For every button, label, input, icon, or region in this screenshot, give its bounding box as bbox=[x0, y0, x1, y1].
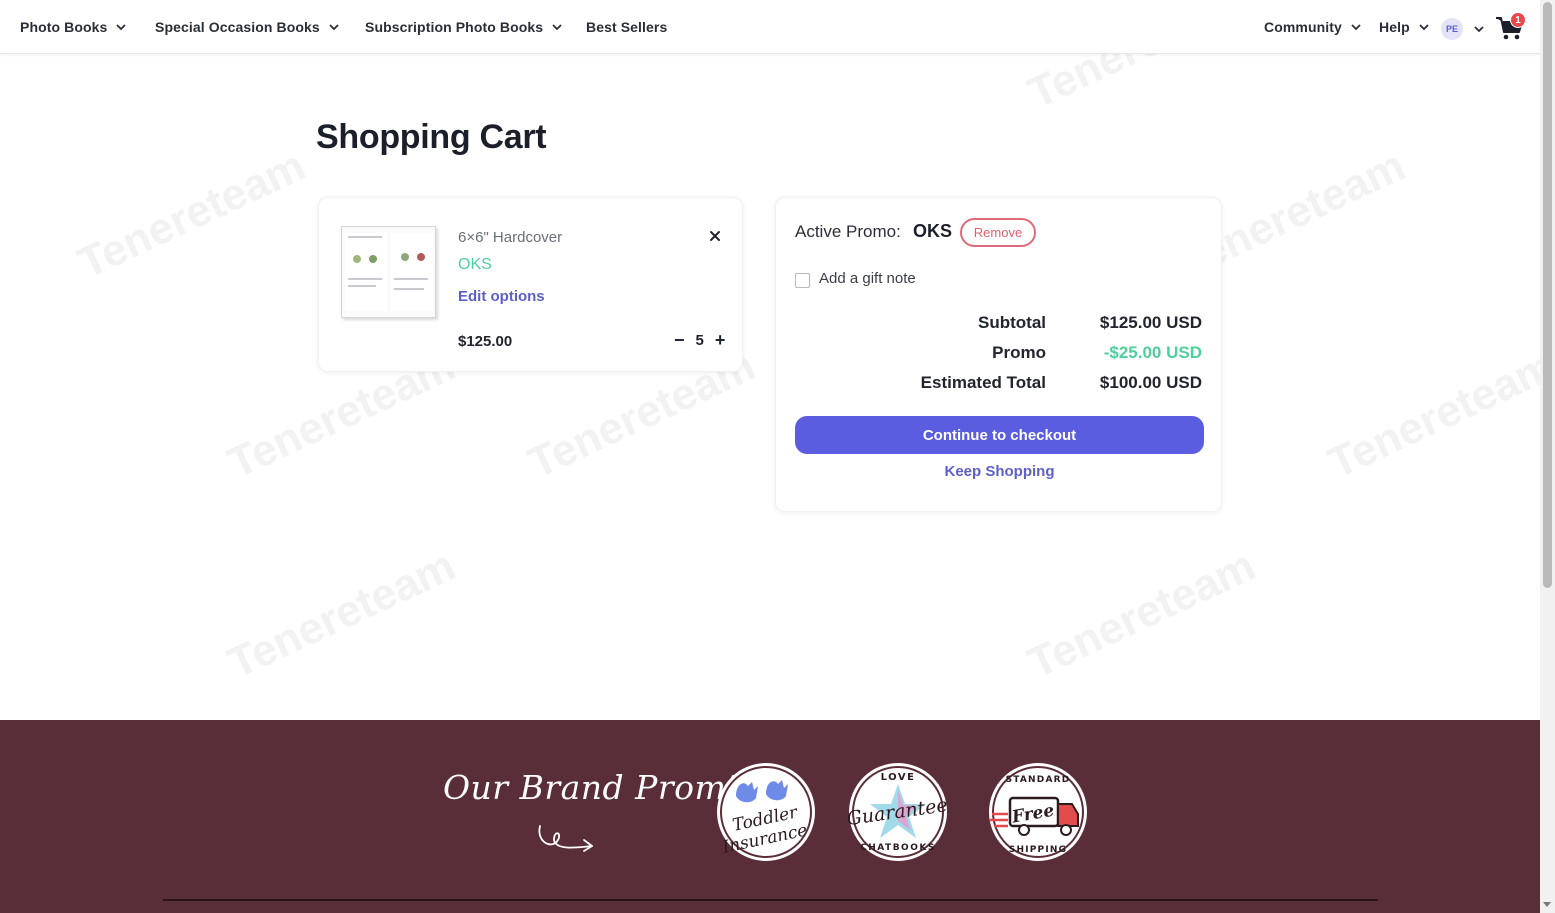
scroll-down-arrow-icon[interactable] bbox=[1543, 902, 1551, 907]
nav-item-label: Subscription Photo Books bbox=[365, 19, 544, 35]
estimated-total-label: Estimated Total bbox=[920, 373, 1046, 392]
love-guarantee-badge-icon: LOVE Guarantee CHATBOOKS bbox=[846, 763, 949, 861]
nav-item-label: Special Occasion Books bbox=[155, 19, 320, 35]
scrollbar-thumb[interactable] bbox=[1543, 2, 1552, 588]
watermark-text: Tenereteam bbox=[70, 140, 313, 289]
nav-subscription-photo-books[interactable]: Subscription Photo Books bbox=[365, 19, 563, 35]
chevron-down-icon bbox=[329, 24, 339, 31]
watermark-text: Tenereteam bbox=[1320, 340, 1555, 489]
footer: Our Brand Promises Toddler Insurance LOV… bbox=[0, 720, 1540, 913]
badge-top-text: LOVE bbox=[881, 772, 916, 783]
decrease-quantity-button[interactable]: − bbox=[674, 331, 685, 349]
watermark-text: Tenereteam bbox=[220, 540, 463, 689]
item-price: $125.00 bbox=[458, 333, 513, 350]
promo-discount-label: Promo bbox=[992, 343, 1046, 362]
product-thumbnail[interactable] bbox=[341, 226, 436, 318]
gift-note-label[interactable]: Add a gift note bbox=[819, 270, 916, 287]
thumbnail-left-page bbox=[345, 233, 387, 311]
continue-to-checkout-button[interactable]: Continue to checkout bbox=[795, 416, 1204, 454]
remove-promo-button[interactable]: Remove bbox=[960, 218, 1036, 247]
toddler-insurance-badge-icon: Toddler Insurance bbox=[717, 763, 815, 861]
chevron-down-icon bbox=[1419, 24, 1429, 31]
edit-options-link[interactable]: Edit options bbox=[458, 288, 545, 305]
badge-bottom-text: SHIPPING bbox=[1009, 845, 1067, 855]
thumbnail-right-page bbox=[391, 233, 433, 311]
watermark-text: Tenereteam bbox=[1020, 540, 1263, 689]
active-promo-code: OKS bbox=[913, 221, 953, 241]
account-chevron-down-icon[interactable] bbox=[1473, 23, 1485, 35]
nav-item-label: Photo Books bbox=[20, 19, 108, 35]
increase-quantity-button[interactable]: + bbox=[715, 331, 726, 349]
curly-arrow-icon bbox=[538, 825, 593, 852]
item-promo-code: OKS bbox=[458, 256, 492, 273]
order-summary-card: Active Promo: OKS Remove Add a gift note… bbox=[775, 197, 1222, 512]
subtotal-label: Subtotal bbox=[978, 313, 1046, 332]
gift-note-checkbox[interactable] bbox=[795, 273, 810, 288]
user-avatar[interactable]: PE bbox=[1441, 18, 1463, 40]
nav-item-label: Help bbox=[1379, 19, 1410, 35]
free-shipping-badge-icon: Free STANDARD SHIPPING bbox=[989, 763, 1087, 861]
nav-help[interactable]: Help bbox=[1379, 19, 1430, 35]
nav-special-occasion-books[interactable]: Special Occasion Books bbox=[155, 19, 340, 35]
badge-bottom-text: CHATBOOKS bbox=[860, 843, 936, 853]
badge-top-text: STANDARD bbox=[1006, 775, 1071, 785]
quantity-value: 5 bbox=[695, 331, 704, 349]
estimated-total-value: $100.00 USD bbox=[1099, 373, 1202, 392]
keep-shopping-link[interactable]: Keep Shopping bbox=[776, 463, 1223, 480]
promo-discount-value: -$25.00 USD bbox=[1103, 343, 1202, 362]
item-product-name: 6×6" Hardcover bbox=[458, 229, 563, 246]
nav-photo-books[interactable]: Photo Books bbox=[20, 19, 127, 35]
subtotal-value: $125.00 USD bbox=[1099, 313, 1202, 332]
page-title: Shopping Cart bbox=[316, 118, 547, 156]
nav-item-label: Community bbox=[1264, 19, 1342, 35]
nav-community[interactable]: Community bbox=[1264, 19, 1362, 35]
nav-best-sellers[interactable]: Best Sellers bbox=[586, 19, 667, 35]
chevron-down-icon bbox=[552, 24, 562, 31]
cart-count-badge: 1 bbox=[1510, 12, 1526, 28]
top-navigation: Photo Books Special Occasion Books Subsc… bbox=[0, 0, 1540, 54]
nav-item-label: Best Sellers bbox=[586, 19, 668, 35]
chevron-down-icon bbox=[1351, 24, 1361, 31]
cart-item-card: 6×6" Hardcover OKS Edit options $125.00 … bbox=[318, 197, 743, 372]
footer-divider bbox=[163, 899, 1378, 901]
active-promo-label: Active Promo: bbox=[795, 222, 901, 241]
close-icon[interactable] bbox=[708, 229, 722, 243]
quantity-stepper: − 5 + bbox=[674, 331, 725, 349]
chevron-down-icon bbox=[116, 24, 127, 31]
